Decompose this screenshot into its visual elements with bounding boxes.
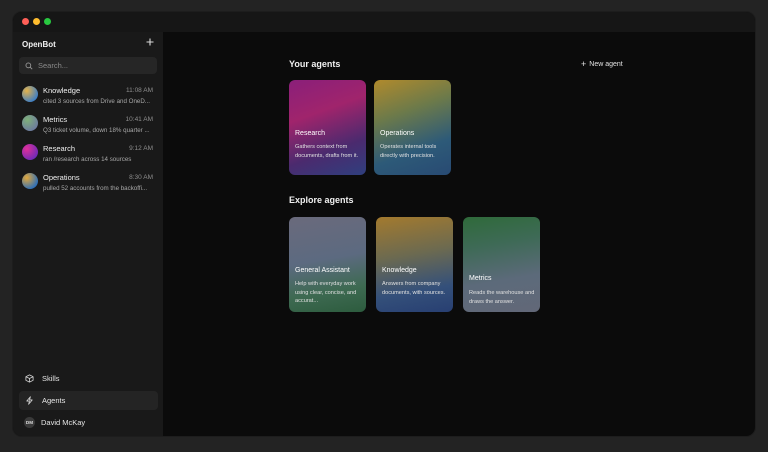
chat-item-knowledge[interactable]: Knowledge 11:08 AM cited 3 sources from … (19, 84, 159, 113)
card-title: General Assistant (295, 267, 350, 274)
app-window: OpenBot Knowledge 11:08 AM cited 3 sourc… (12, 11, 756, 437)
card-gradient (289, 80, 366, 175)
app-title: OpenBot (22, 40, 56, 49)
search-input[interactable] (38, 61, 148, 70)
chat-time: 10:41 AM (125, 116, 153, 123)
search-icon (25, 62, 33, 70)
chat-preview: ran /research across 14 sources (43, 156, 132, 163)
card-gradient (376, 217, 453, 312)
card-description: Answers from company documents, with sou… (382, 281, 446, 296)
sidebar-item-skills[interactable]: Skills (19, 369, 158, 388)
chat-list: Knowledge 11:08 AM cited 3 sources from … (19, 84, 159, 200)
chat-name: Knowledge (43, 86, 81, 95)
new-chat-button[interactable] (143, 35, 157, 49)
close-window-button[interactable] (22, 18, 29, 25)
avatar: DM (24, 416, 35, 428)
metrics-avatar-icon (22, 115, 38, 131)
knowledge-avatar-icon (22, 86, 38, 102)
sidebar-item-label: Skills (42, 374, 60, 383)
zoom-window-button[interactable] (44, 18, 51, 25)
user-profile[interactable]: DM David McKay (19, 413, 158, 431)
your-agents-heading: Your agents (289, 59, 341, 69)
chat-name: Metrics (43, 115, 68, 124)
main-content: Your agents + New agent Research Gathers… (163, 32, 755, 436)
chat-time: 8:30 AM (129, 174, 153, 181)
agent-card-operations[interactable]: Operations Operates internal tools direc… (374, 80, 451, 175)
chat-preview: cited 3 sources from Drive and OneD... (43, 98, 150, 105)
chat-name: Research (43, 144, 76, 153)
minimize-window-button[interactable] (33, 18, 40, 25)
agent-card-metrics[interactable]: Metrics Reads the warehouse and draws th… (463, 217, 540, 312)
user-name: David McKay (41, 417, 86, 427)
card-title: Operations (380, 130, 415, 137)
card-description: Gathers context from documents, drafts f… (295, 144, 359, 159)
card-gradient (374, 80, 451, 175)
new-agent-button[interactable]: + New agent (581, 59, 623, 69)
card-description: Help with everyday work using clear, con… (295, 281, 357, 304)
chat-preview: pulled 52 accounts from the backoffi... (43, 185, 148, 192)
chat-name: Operations (43, 173, 80, 182)
card-description: Reads the warehouse and draws the answer… (469, 290, 535, 305)
sidebar-item-agents[interactable]: Agents (19, 391, 158, 410)
lightning-icon (26, 396, 33, 405)
chat-time: 11:08 AM (126, 87, 153, 94)
operations-avatar-icon (22, 173, 38, 189)
card-title: Research (295, 130, 325, 137)
search-box[interactable] (19, 57, 157, 74)
cube-icon (25, 374, 34, 383)
chat-item-operations[interactable]: Operations 8:30 AM pulled 52 accounts fr… (19, 171, 159, 200)
chat-time: 9:12 AM (129, 145, 153, 152)
card-description: Operates internal tools directly with pr… (380, 144, 437, 159)
card-title: Knowledge (382, 267, 417, 274)
plus-icon: + (581, 59, 587, 69)
chat-item-metrics[interactable]: Metrics 10:41 AM Q3 ticket volume, down … (19, 113, 159, 142)
title-bar (13, 12, 755, 32)
research-avatar-icon (22, 144, 38, 160)
explore-agents-heading: Explore agents (289, 195, 354, 205)
plus-icon (146, 38, 154, 46)
chat-item-research[interactable]: Research 9:12 AM ran /research across 14… (19, 142, 159, 171)
new-agent-label: New agent (589, 61, 623, 68)
chat-preview: Q3 ticket volume, down 18% quarter ... (43, 127, 150, 134)
agent-card-general-assistant[interactable]: General Assistant Help with everyday wor… (289, 217, 366, 312)
agent-card-research[interactable]: Research Gathers context from documents,… (289, 80, 366, 175)
card-title: Metrics (469, 275, 492, 282)
agent-card-knowledge[interactable]: Knowledge Answers from company documents… (376, 217, 453, 312)
sidebar: OpenBot Knowledge 11:08 AM cited 3 sourc… (13, 32, 163, 436)
sidebar-item-label: Agents (42, 396, 66, 405)
